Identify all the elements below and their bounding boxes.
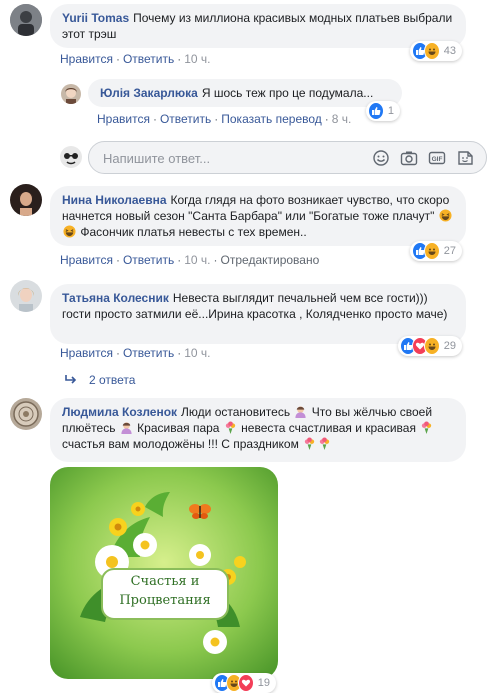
avatar-yurii-tomas[interactable]	[10, 4, 42, 36]
comment-bubble: Нина Николаевна Когда глядя на фото возни…	[50, 186, 466, 246]
camera-icon[interactable]	[400, 149, 418, 167]
gif-icon[interactable]: GIF	[428, 149, 446, 167]
sticker-icon[interactable]	[456, 149, 474, 167]
greeting-card-image	[50, 467, 278, 679]
comment-time[interactable]: 10 ч.	[184, 52, 210, 66]
like-link[interactable]: Нравится	[60, 253, 113, 267]
comment-text: Фасончик платья невесты с тех времен..	[80, 225, 307, 239]
comment-image-attachment[interactable]: Счастья и Процветания	[50, 467, 278, 679]
comment-author[interactable]: Yurii Tomas	[62, 11, 129, 25]
comment-time[interactable]: 10 ч.	[184, 253, 210, 267]
bouquet-emoji-icon	[320, 437, 330, 450]
avatar-nina[interactable]	[10, 184, 42, 216]
reply-link[interactable]: Ответить	[123, 253, 174, 267]
edited-label: Отредактировано	[220, 253, 320, 267]
person-photo-icon	[10, 4, 42, 36]
like-link[interactable]: Нравится	[60, 346, 113, 360]
reply-link[interactable]: Ответить	[123, 346, 174, 360]
haha-icon	[423, 337, 440, 355]
comment-bubble: Людмила Козленок Люди остановитесь Что вы…	[50, 398, 466, 462]
comment-actions: Нравится · Ответить · 10 ч.	[60, 346, 211, 360]
comment-bubble: Yurii Tomas Почему из миллиона красивых м…	[50, 4, 466, 48]
reaction-summary[interactable]: 29	[398, 336, 462, 356]
woman-facepalm-emoji-icon	[295, 406, 307, 418]
reply-link[interactable]: Ответить	[123, 52, 174, 66]
reply-bubble: Юлія Закарлюка Я шось теж про це подумала…	[88, 79, 402, 107]
reply-link[interactable]: Ответить	[160, 112, 211, 126]
comment-actions: Нравится · Ответить · 10 ч.	[60, 52, 211, 66]
show-translation-link[interactable]: Показать перевод	[221, 112, 322, 126]
reaction-summary[interactable]: 43	[410, 41, 462, 61]
like-link[interactable]: Нравится	[60, 52, 113, 66]
comment-author[interactable]: Людмила Козленок	[62, 405, 177, 419]
current-user-avatar	[60, 146, 82, 168]
haha-icon	[423, 242, 440, 260]
laughing-emoji-icon	[63, 225, 76, 238]
haha-icon	[423, 42, 440, 60]
reaction-count: 27	[443, 245, 456, 257]
reaction-count: 1	[387, 105, 394, 117]
comment-text: счастья вам молодожёны !!! С праздником	[62, 437, 299, 451]
avatar-liudmila[interactable]	[10, 398, 42, 430]
like-link[interactable]: Нравится	[97, 112, 150, 126]
comment-author[interactable]: Юлія Закарлюка	[100, 86, 198, 100]
reply-input-box[interactable]: GIF	[88, 141, 487, 175]
comment-text: Люди остановитесь	[181, 405, 291, 419]
reply-arrow-icon	[65, 375, 77, 384]
replies-count-label: 2 ответа	[89, 373, 136, 387]
view-replies-toggle[interactable]: 2 ответа	[63, 373, 135, 387]
person-photo-icon	[61, 84, 81, 104]
reaction-summary[interactable]: 19	[212, 673, 276, 693]
reaction-count: 43	[443, 45, 456, 57]
comment-author[interactable]: Нина Николаевна	[62, 193, 167, 207]
comment-actions: Нравится · Ответить · 10 ч. · Отредактировано	[60, 253, 320, 267]
comment-text: Красивая пара	[137, 421, 220, 435]
person-photo-icon	[60, 146, 82, 168]
person-photo-icon	[10, 398, 42, 430]
smiley-icon[interactable]	[372, 149, 390, 167]
comment-bubble: Татьяна Колесник Невеста выглядит печальн…	[50, 284, 466, 344]
woman-facepalm-emoji-icon	[121, 422, 132, 434]
like-icon	[368, 102, 384, 120]
comment-text: невеста счастливая и красивая	[241, 421, 416, 435]
butterfly-icon	[189, 504, 211, 519]
comment-author[interactable]: Татьяна Колесник	[62, 291, 169, 305]
reaction-count: 29	[443, 340, 457, 352]
comment-time[interactable]: 10 ч.	[184, 346, 210, 360]
reaction-summary[interactable]: 27	[410, 241, 462, 261]
bouquet-emoji-icon	[225, 421, 235, 434]
reply-input[interactable]	[101, 142, 335, 175]
reaction-count: 19	[257, 677, 271, 689]
comment-time[interactable]: 8 ч.	[332, 112, 352, 126]
avatar-yuliia[interactable]	[61, 84, 81, 104]
card-text-line2: Процветания	[119, 593, 211, 608]
bouquet-emoji-icon	[422, 421, 432, 434]
love-icon	[237, 674, 254, 692]
person-photo-icon	[10, 184, 42, 216]
card-text-line1: Счастья и	[130, 574, 200, 589]
reply-actions: Нравится · Ответить · Показать перевод · 8 ч.	[97, 112, 352, 126]
bouquet-emoji-icon	[305, 437, 315, 450]
laughing-emoji-icon	[439, 209, 452, 222]
reaction-summary[interactable]: 1	[366, 101, 400, 121]
person-photo-icon	[10, 280, 42, 312]
avatar-tatiana[interactable]	[10, 280, 42, 312]
svg-text:GIF: GIF	[432, 156, 443, 163]
comment-text: Я шось теж про це подумала...	[201, 86, 374, 100]
